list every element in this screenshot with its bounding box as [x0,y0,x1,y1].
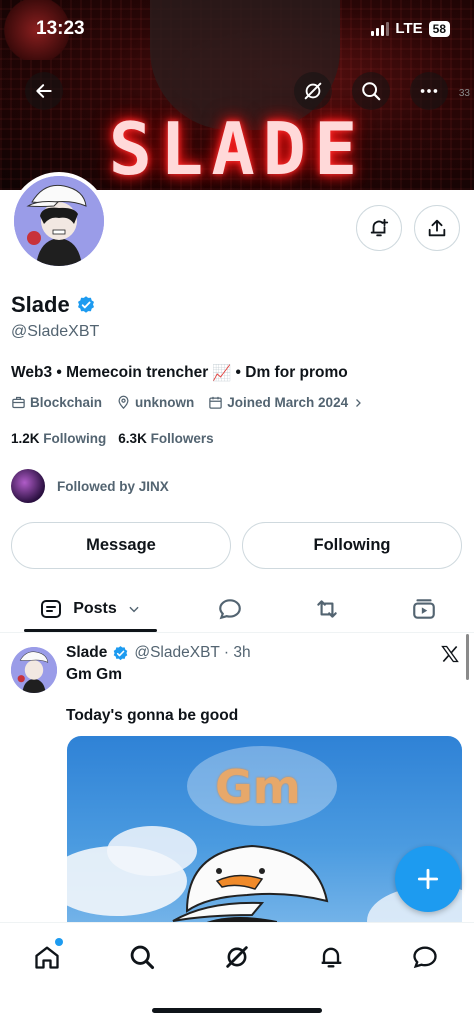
plus-icon [417,868,439,890]
follower-avatar [11,469,45,503]
location-label: unknown [135,395,195,410]
more-icon [420,89,438,93]
battery-icon: 58 [428,20,450,37]
profile-tabs: Posts [0,586,474,632]
tabs-divider [0,632,474,633]
followers-count: 6.3K [118,431,147,446]
back-button[interactable] [25,72,63,110]
notifications-button[interactable] [356,205,402,251]
following-count: 1.2K [11,431,40,446]
status-indicators: LTE 58 [371,20,450,37]
location-item: unknown [116,395,194,410]
share-button[interactable] [414,205,460,251]
profile-meta: Blockchain unknown Joined March 2024 [11,395,364,410]
bio-text-end: • Dm for promo [235,364,348,381]
network-label: LTE [395,20,423,37]
following-label: Following [43,431,107,446]
profile-avatar[interactable] [10,172,108,270]
category-label: Blockchain [30,395,103,410]
post-author[interactable]: Slade [66,644,107,662]
nav-search[interactable] [122,937,162,977]
nav-grok[interactable] [217,937,257,977]
home-icon [35,946,59,969]
message-button[interactable]: Message [11,522,231,569]
post-text-line1: Gm Gm [66,666,122,683]
chevron-down-icon [129,606,139,613]
tab-posts-label: Posts [73,600,117,617]
status-time: 13:23 [36,18,85,39]
posts-icon [41,600,62,618]
tab-reposts[interactable] [305,586,349,632]
image-gm-text: Gm [215,760,301,814]
joined-item[interactable]: Joined March 2024 [208,395,364,410]
tab-replies[interactable] [208,586,252,632]
bell-plus-icon [370,218,389,237]
following-button[interactable]: Following [242,522,462,569]
avatar-illustration [14,176,104,266]
post-avatar[interactable] [11,647,57,693]
search-icon [362,82,381,101]
followers-stat[interactable]: 6.3K Followers [118,431,213,446]
banner-corner-text: 33 [458,88,470,99]
search-icon [130,945,155,970]
grok-icon [226,946,248,968]
followers-label: Followers [150,431,214,446]
video-icon [413,599,435,619]
joined-label: Joined March 2024 [227,395,349,410]
tab-media[interactable] [402,586,446,632]
arrow-left-icon [36,84,52,98]
tab-posts[interactable]: Posts [30,586,150,632]
nav-messages[interactable] [405,937,445,977]
followed-by-row[interactable]: Followed by JINX [11,469,169,503]
briefcase-icon [12,396,25,409]
chart-emoji: 📈 [212,364,232,382]
location-pin-icon [118,395,129,409]
chat-icon [413,946,437,969]
verified-badge-icon[interactable] [76,295,96,315]
profile-handle: @SladeXBT [11,323,100,340]
post-text-line2: Today's gonna be good [66,707,239,724]
scrollbar[interactable] [466,634,469,680]
category-item: Blockchain [11,395,102,410]
following-stat[interactable]: 1.2K Following [11,431,106,446]
grok-icon [304,82,322,100]
profile-name: Slade [11,292,70,317]
compose-button[interactable] [395,846,461,912]
profile-bio: Web3 • Memecoin trencher 📈 • Dm for prom… [11,364,348,382]
chevron-right-icon [356,398,361,407]
followed-by-text: Followed by JINX [57,478,169,494]
share-icon [428,219,446,237]
nav-notifications[interactable] [311,937,351,977]
follow-stats: 1.2K Following 6.3K Followers [11,431,214,446]
repost-icon [317,600,337,618]
home-indicator[interactable] [152,1008,322,1013]
signal-icon [371,21,390,36]
search-button[interactable] [352,72,390,110]
calendar-icon [209,396,223,409]
post-avatar-illustration [11,647,57,693]
post-image[interactable]: Gm [67,736,462,936]
grok-button[interactable] [294,72,332,110]
more-button[interactable] [410,72,448,110]
x-logo-icon [441,645,459,663]
bio-text: Web3 • Memecoin trencher [11,364,209,381]
image-character [172,844,329,936]
post-header: Slade @SladeXBT · 3h [66,644,251,662]
home-badge [55,938,63,946]
bell-icon [321,947,342,968]
nav-home[interactable] [27,937,67,977]
post-handle-time: @SladeXBT · 3h [134,644,251,661]
verified-badge-icon [114,645,128,660]
profile-name-row: Slade [11,292,96,318]
reply-icon [219,599,241,620]
